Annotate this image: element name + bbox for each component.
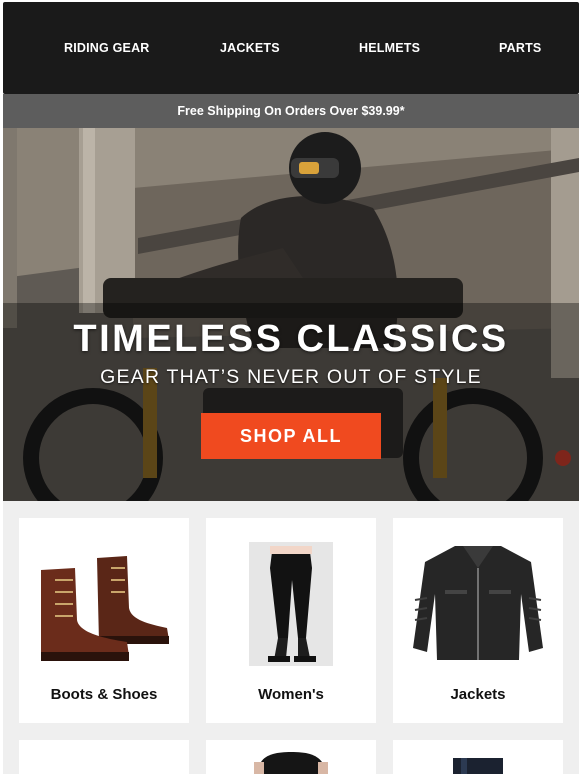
nav-item-helmets[interactable]: HELMETS (359, 41, 420, 55)
category-card-row2-3[interactable] (393, 740, 563, 774)
nav-item-jackets[interactable]: JACKETS (220, 41, 280, 55)
category-label-womens: Women's (258, 686, 324, 703)
shop-all-button[interactable]: SHOP ALL (201, 413, 381, 459)
product-image (254, 752, 328, 774)
category-grid: Boots & Shoes Women's Jackets (3, 501, 579, 774)
womens-pants-image (249, 542, 333, 666)
category-card-row2-2[interactable] (206, 740, 376, 774)
category-card-row2-1[interactable] (19, 740, 189, 774)
free-shipping-banner[interactable]: Free Shipping On Orders Over $39.99* (3, 94, 579, 128)
email-page: RIDING GEAR JACKETS HELMETS PARTS Free S… (0, 0, 580, 774)
category-label-boots: Boots & Shoes (50, 686, 158, 703)
category-card-boots[interactable]: Boots & Shoes (19, 518, 189, 723)
nav-item-parts[interactable]: PARTS (499, 41, 541, 55)
boots-image (41, 556, 169, 661)
nav-item-riding-gear[interactable]: RIDING GEAR (64, 41, 150, 55)
hero-subtitle: GEAR THAT’S NEVER OUT OF STYLE (100, 366, 482, 388)
hero-banner[interactable]: TIMELESS CLASSICS GEAR THAT’S NEVER OUT … (3, 128, 579, 501)
leather-jacket-image (413, 546, 543, 660)
product-image (453, 758, 503, 774)
hero-title: TIMELESS CLASSICS (73, 318, 509, 360)
category-label-jackets: Jackets (450, 686, 506, 703)
category-card-jackets[interactable]: Jackets (393, 518, 563, 723)
top-nav: RIDING GEAR JACKETS HELMETS PARTS (3, 2, 579, 94)
category-card-womens[interactable]: Women's (206, 518, 376, 723)
